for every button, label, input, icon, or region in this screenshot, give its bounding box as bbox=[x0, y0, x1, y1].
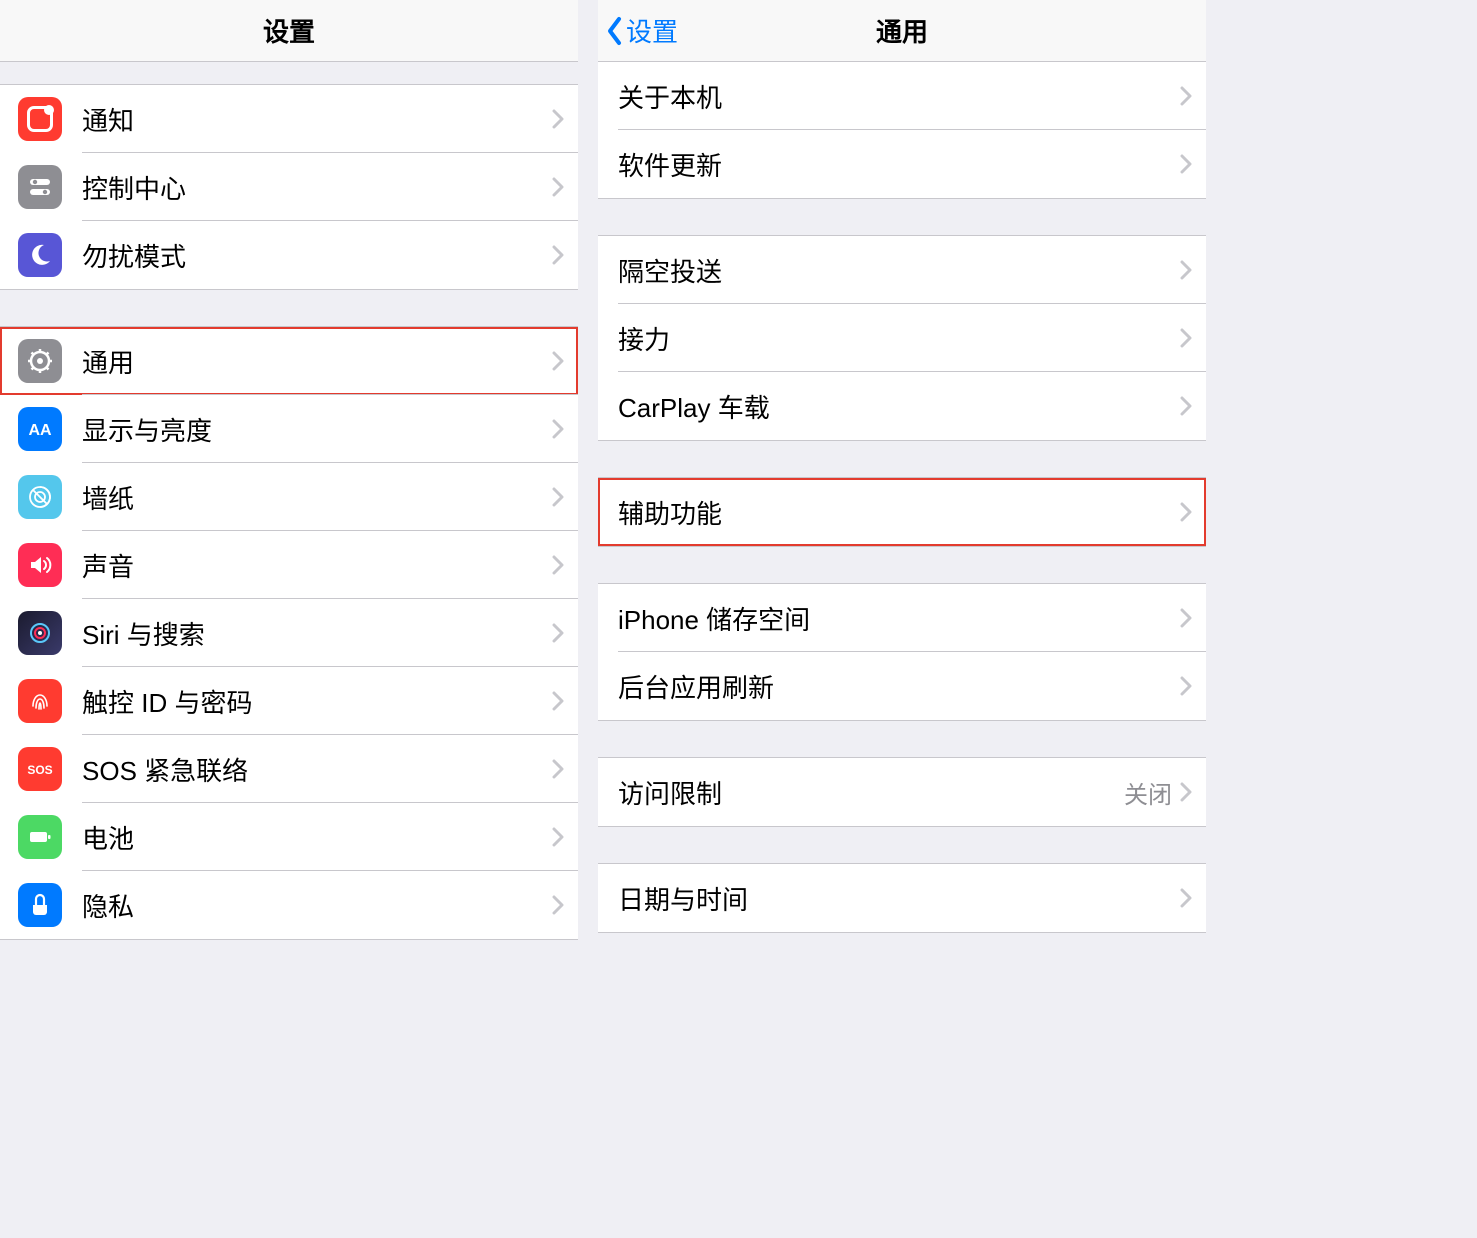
chevron-right-icon bbox=[1180, 888, 1192, 908]
svg-text:SOS: SOS bbox=[27, 763, 52, 777]
siri-icon bbox=[18, 611, 62, 655]
row-label: 辅助功能 bbox=[618, 494, 1180, 531]
chevron-right-icon bbox=[552, 245, 564, 265]
row-label: 勿扰模式 bbox=[82, 237, 552, 274]
chevron-right-icon bbox=[1180, 782, 1192, 802]
wallpaper-icon bbox=[18, 475, 62, 519]
row-accessibility[interactable]: 辅助功能 bbox=[598, 478, 1206, 546]
row-carplay[interactable]: CarPlay 车载 bbox=[598, 372, 1206, 440]
chevron-left-icon bbox=[606, 16, 624, 46]
row-do-not-disturb[interactable]: 勿扰模式 bbox=[0, 221, 578, 289]
row-emergency-sos[interactable]: SOS SOS 紧急联络 bbox=[0, 735, 578, 803]
general-group: 辅助功能 bbox=[598, 477, 1206, 547]
settings-header: 设置 bbox=[0, 0, 578, 62]
row-control-center[interactable]: 控制中心 bbox=[0, 153, 578, 221]
row-background-refresh[interactable]: 后台应用刷新 bbox=[598, 652, 1206, 720]
moon-icon bbox=[18, 233, 62, 277]
row-sounds[interactable]: 声音 bbox=[0, 531, 578, 599]
row-label: 声音 bbox=[82, 547, 552, 584]
row-label: 软件更新 bbox=[618, 146, 1180, 183]
control-center-icon bbox=[18, 165, 62, 209]
chevron-right-icon bbox=[552, 623, 564, 643]
notifications-icon bbox=[18, 97, 62, 141]
chevron-right-icon bbox=[552, 351, 564, 371]
chevron-right-icon bbox=[1180, 86, 1192, 106]
row-label: 后台应用刷新 bbox=[618, 668, 1180, 705]
row-label: 隔空投送 bbox=[618, 252, 1180, 289]
speaker-icon bbox=[18, 543, 62, 587]
chevron-right-icon bbox=[552, 691, 564, 711]
settings-group: 通知控制中心勿扰模式 bbox=[0, 84, 578, 290]
gear-icon bbox=[18, 339, 62, 383]
chevron-right-icon bbox=[1180, 676, 1192, 696]
row-label: 触控 ID 与密码 bbox=[82, 683, 552, 720]
row-label: SOS 紧急联络 bbox=[82, 751, 552, 788]
sos-icon: SOS bbox=[18, 747, 62, 791]
row-siri-search[interactable]: Siri 与搜索 bbox=[0, 599, 578, 667]
fingerprint-icon bbox=[18, 679, 62, 723]
row-detail: 关闭 bbox=[1124, 775, 1172, 810]
row-label: 通知 bbox=[82, 101, 552, 138]
row-label: 访问限制 bbox=[618, 774, 1124, 811]
row-wallpaper[interactable]: 墙纸 bbox=[0, 463, 578, 531]
row-label: 电池 bbox=[82, 819, 552, 856]
general-group: 关于本机软件更新 bbox=[598, 62, 1206, 199]
chevron-right-icon bbox=[1180, 154, 1192, 174]
settings-screen: 设置 通知控制中心勿扰模式通用 AA 显示与亮度墙纸声音 Siri 与搜索触控 ID … bbox=[0, 0, 578, 1238]
general-screen: 设置 通用 关于本机软件更新隔空投送接力 CarPlay 车载辅助功能 iPhone… bbox=[598, 0, 1206, 1238]
row-airdrop[interactable]: 隔空投送 bbox=[598, 236, 1206, 304]
general-title: 通用 bbox=[598, 12, 1206, 49]
general-header: 设置 通用 bbox=[598, 0, 1206, 62]
settings-title: 设置 bbox=[0, 12, 578, 49]
row-iphone-storage[interactable]: iPhone 储存空间 bbox=[598, 584, 1206, 652]
chevron-right-icon bbox=[552, 109, 564, 129]
hand-icon bbox=[18, 883, 62, 927]
chevron-right-icon bbox=[552, 555, 564, 575]
row-label: CarPlay 车载 bbox=[618, 388, 1180, 425]
chevron-right-icon bbox=[1180, 502, 1192, 522]
back-button-label: 设置 bbox=[626, 12, 678, 49]
row-label: 日期与时间 bbox=[618, 880, 1180, 917]
row-label: 通用 bbox=[82, 343, 552, 380]
chevron-right-icon bbox=[1180, 396, 1192, 416]
general-group: 访问限制关闭 bbox=[598, 757, 1206, 827]
row-general[interactable]: 通用 bbox=[0, 327, 578, 395]
row-handoff[interactable]: 接力 bbox=[598, 304, 1206, 372]
row-privacy[interactable]: 隐私 bbox=[0, 871, 578, 939]
row-software-update[interactable]: 软件更新 bbox=[598, 130, 1206, 198]
row-date-time[interactable]: 日期与时间 bbox=[598, 864, 1206, 932]
chevron-right-icon bbox=[552, 487, 564, 507]
row-label: 隐私 bbox=[82, 887, 552, 924]
row-about[interactable]: 关于本机 bbox=[598, 62, 1206, 130]
svg-text:AA: AA bbox=[28, 422, 52, 439]
row-label: 显示与亮度 bbox=[82, 411, 552, 448]
row-label: 墙纸 bbox=[82, 479, 552, 516]
general-group: iPhone 储存空间后台应用刷新 bbox=[598, 583, 1206, 721]
chevron-right-icon bbox=[552, 827, 564, 847]
chevron-right-icon bbox=[552, 759, 564, 779]
row-label: 接力 bbox=[618, 320, 1180, 357]
row-touch-id[interactable]: 触控 ID 与密码 bbox=[0, 667, 578, 735]
general-group: 日期与时间 bbox=[598, 863, 1206, 933]
row-display-brightness[interactable]: AA 显示与亮度 bbox=[0, 395, 578, 463]
row-restrictions[interactable]: 访问限制关闭 bbox=[598, 758, 1206, 826]
row-label: 控制中心 bbox=[82, 169, 552, 206]
settings-group: 通用 AA 显示与亮度墙纸声音 Siri 与搜索触控 ID 与密码 SOS SOS 紧急联… bbox=[0, 326, 578, 940]
back-button[interactable]: 设置 bbox=[598, 0, 678, 61]
display-icon: AA bbox=[18, 407, 62, 451]
chevron-right-icon bbox=[552, 895, 564, 915]
battery-icon bbox=[18, 815, 62, 859]
general-group: 隔空投送接力 CarPlay 车载 bbox=[598, 235, 1206, 441]
chevron-right-icon bbox=[552, 419, 564, 439]
chevron-right-icon bbox=[552, 177, 564, 197]
chevron-right-icon bbox=[1180, 328, 1192, 348]
row-battery[interactable]: 电池 bbox=[0, 803, 578, 871]
chevron-right-icon bbox=[1180, 608, 1192, 628]
row-label: iPhone 储存空间 bbox=[618, 600, 1180, 637]
chevron-right-icon bbox=[1180, 260, 1192, 280]
row-notifications[interactable]: 通知 bbox=[0, 85, 578, 153]
row-label: 关于本机 bbox=[618, 78, 1180, 115]
row-label: Siri 与搜索 bbox=[82, 615, 552, 652]
